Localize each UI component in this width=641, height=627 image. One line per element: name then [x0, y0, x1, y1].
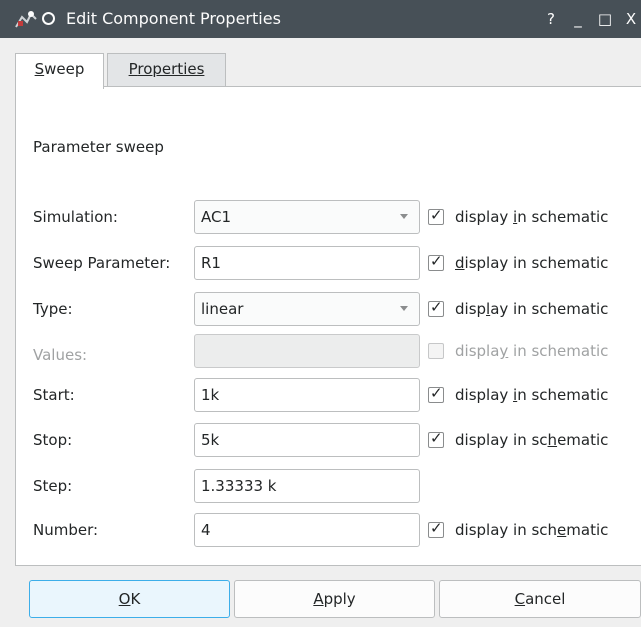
- start-value: 1k: [201, 386, 220, 404]
- sweep-parameter-display-checkbox[interactable]: ✓: [428, 252, 444, 271]
- start-display-label[interactable]: display in schematic: [455, 386, 608, 404]
- type-display-label[interactable]: display in schematic: [455, 300, 608, 318]
- values-input: [194, 334, 420, 368]
- chevron-down-icon: [400, 306, 408, 311]
- cancel-label: ancel: [525, 590, 566, 608]
- tab-properties-label: roperties: [137, 60, 205, 78]
- check-icon: ✓: [430, 298, 443, 316]
- sweep-parameter-label: Sweep Parameter:: [33, 254, 171, 272]
- values-display-checkbox: [428, 343, 444, 359]
- type-display-checkbox[interactable]: ✓: [428, 298, 444, 317]
- ok-mnemonic: O: [118, 590, 131, 608]
- simulation-display-checkbox[interactable]: ✓: [428, 206, 444, 225]
- check-icon: ✓: [430, 384, 443, 402]
- tab-sweep-mnemonic: S: [34, 60, 45, 78]
- step-value: 1.33333 k: [201, 477, 277, 495]
- chevron-down-icon: [400, 214, 408, 219]
- tab-properties[interactable]: Properties: [107, 53, 226, 87]
- cancel-button[interactable]: Cancel: [439, 580, 641, 618]
- sweep-parameter-display-label[interactable]: display in schematic: [455, 254, 608, 272]
- ok-button[interactable]: OK: [29, 580, 230, 618]
- simulation-value: AC1: [201, 208, 232, 226]
- qucs-app-icon: [15, 11, 37, 28]
- section-label: Parameter sweep: [33, 138, 164, 156]
- type-label: Type:: [33, 300, 73, 318]
- minimize-button[interactable]: _: [568, 9, 588, 29]
- number-input[interactable]: 4: [194, 513, 420, 547]
- start-input[interactable]: 1k: [194, 378, 420, 412]
- type-select[interactable]: linear: [194, 292, 420, 326]
- title-bar[interactable]: Edit Component Properties ? _ □ X: [0, 0, 641, 38]
- check-icon: ✓: [430, 252, 443, 270]
- stop-value: 5k: [201, 431, 220, 449]
- sweep-parameter-value: R1: [201, 254, 221, 272]
- maximize-button[interactable]: □: [595, 9, 615, 29]
- number-value: 4: [201, 521, 211, 539]
- apply-mnemonic: A: [313, 590, 324, 608]
- values-label: Values:: [33, 346, 88, 364]
- window-title: Edit Component Properties: [66, 9, 281, 28]
- simulation-select[interactable]: AC1: [194, 200, 420, 234]
- check-icon: ✓: [430, 429, 443, 447]
- keep-above-icon[interactable]: [42, 12, 55, 25]
- cancel-mnemonic: C: [514, 590, 526, 608]
- tab-sweep[interactable]: Sweep: [15, 53, 104, 89]
- apply-button[interactable]: Apply: [234, 580, 435, 618]
- tab-sweep-label: weep: [44, 60, 85, 78]
- stop-display-checkbox[interactable]: ✓: [428, 429, 444, 448]
- simulation-display-label[interactable]: display in schematic: [455, 208, 608, 226]
- type-value: linear: [201, 300, 244, 318]
- simulation-label: Simulation:: [33, 208, 118, 226]
- check-icon: ✓: [430, 206, 443, 224]
- check-icon: ✓: [430, 519, 443, 537]
- stop-display-label[interactable]: display in schematic: [455, 431, 608, 449]
- number-label: Number:: [33, 521, 99, 539]
- start-label: Start:: [33, 386, 75, 404]
- step-input[interactable]: 1.33333 k: [194, 469, 420, 503]
- stop-input[interactable]: 5k: [194, 423, 420, 457]
- start-display-checkbox[interactable]: ✓: [428, 384, 444, 403]
- close-button[interactable]: X: [621, 9, 641, 29]
- ok-label: K: [130, 590, 141, 608]
- sweep-parameter-input[interactable]: R1: [194, 246, 420, 280]
- number-display-checkbox[interactable]: ✓: [428, 519, 444, 538]
- step-label: Step:: [33, 477, 73, 495]
- number-display-label[interactable]: display in schematic: [455, 521, 608, 539]
- values-display-label: display in schematic: [455, 342, 609, 360]
- footer-divider: [15, 565, 641, 566]
- stop-label: Stop:: [33, 431, 73, 449]
- apply-label: pply: [323, 590, 356, 608]
- help-button[interactable]: ?: [541, 9, 561, 29]
